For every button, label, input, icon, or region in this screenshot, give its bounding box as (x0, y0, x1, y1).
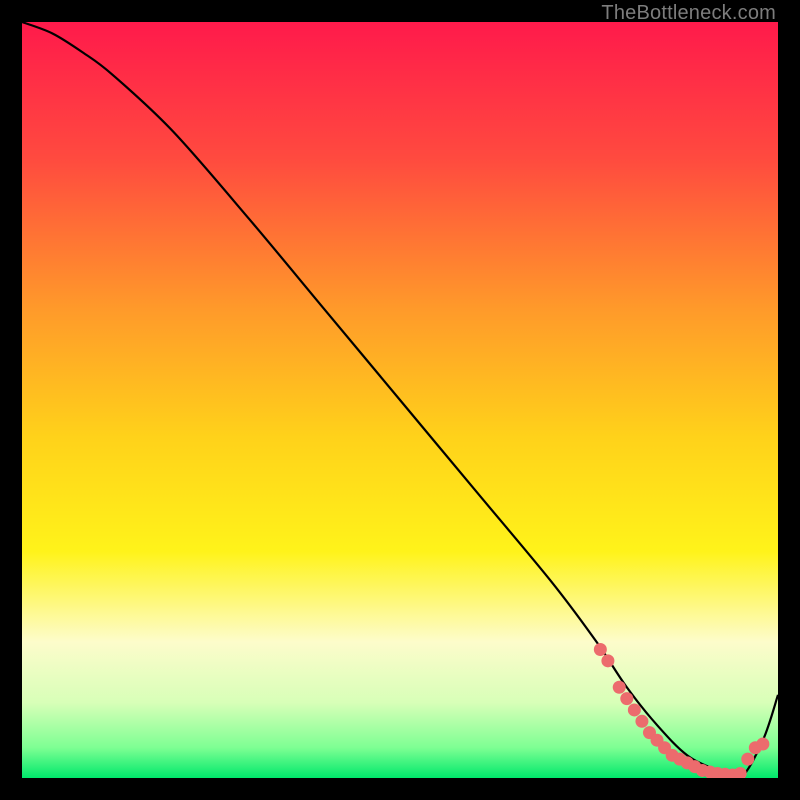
highlight-marker (741, 753, 754, 766)
highlight-marker (594, 643, 607, 656)
plot-area (22, 22, 778, 778)
chart-svg (22, 22, 778, 778)
highlight-marker (620, 692, 633, 705)
highlight-marker (613, 681, 626, 694)
chart-container: TheBottleneck.com (0, 0, 800, 800)
highlight-marker (601, 654, 614, 667)
highlight-marker (628, 703, 641, 716)
highlight-marker (756, 737, 769, 750)
highlight-marker (635, 715, 648, 728)
